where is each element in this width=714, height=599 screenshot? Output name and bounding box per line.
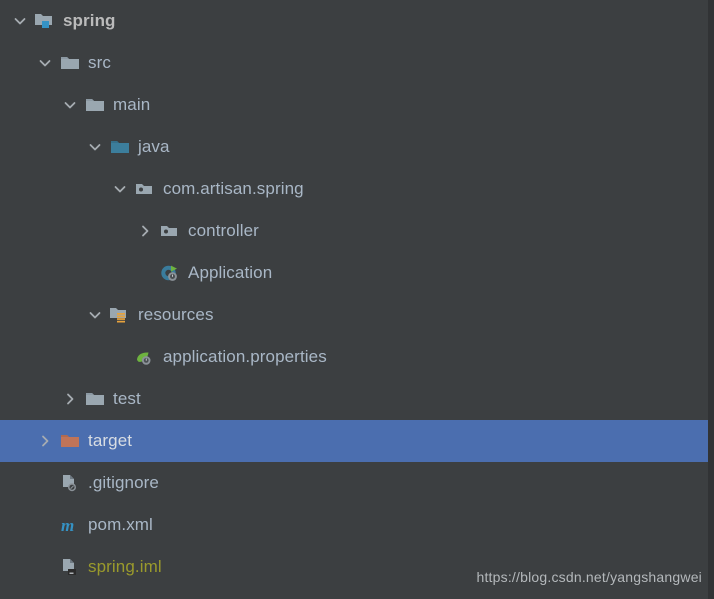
- tree-row-spring[interactable]: spring: [0, 0, 708, 42]
- chevron-down-icon[interactable]: [62, 97, 78, 113]
- chevron-down-icon[interactable]: [112, 181, 128, 197]
- tree-row-pom-xml[interactable]: m pom.xml: [0, 504, 708, 546]
- tree-row-application[interactable]: Application: [0, 252, 708, 294]
- tree-row-label: pom.xml: [88, 515, 153, 535]
- tree-row-label: .gitignore: [88, 473, 159, 493]
- package-icon: [134, 179, 156, 199]
- tree-row-label: src: [88, 53, 111, 73]
- tree-row-com-artisan-spring[interactable]: com.artisan.spring: [0, 168, 708, 210]
- chevron-right-icon[interactable]: [37, 433, 53, 449]
- chevron-down-icon[interactable]: [87, 307, 103, 323]
- chevron-down-icon[interactable]: [87, 139, 103, 155]
- tree-row-label: spring: [63, 11, 116, 31]
- tree-row-label: resources: [138, 305, 214, 325]
- tree-row-label: com.artisan.spring: [163, 179, 304, 199]
- tree-row-src[interactable]: src: [0, 42, 708, 84]
- tree-row-main[interactable]: main: [0, 84, 708, 126]
- folder-icon: [84, 389, 106, 409]
- watermark-text: https://blog.csdn.net/yangshangwei: [476, 569, 702, 585]
- module-folder-icon: [34, 11, 56, 31]
- resources-folder-icon: [109, 305, 131, 325]
- tree-row-label: spring.iml: [88, 557, 162, 577]
- tree-row-target[interactable]: target: [0, 420, 708, 462]
- tree-row-application-properties[interactable]: application.properties: [0, 336, 708, 378]
- ignored-file-icon: [59, 473, 81, 493]
- iml-file-icon: [59, 557, 81, 577]
- tree-row-label: controller: [188, 221, 259, 241]
- tree-row-java[interactable]: java: [0, 126, 708, 168]
- tree-row-resources[interactable]: resources: [0, 294, 708, 336]
- source-root-folder-icon: [109, 137, 131, 157]
- chevron-down-icon[interactable]: [12, 13, 28, 29]
- tree-row-label: main: [113, 95, 150, 115]
- tree-row-label: java: [138, 137, 170, 157]
- folder-icon: [59, 53, 81, 73]
- tree-row-controller[interactable]: controller: [0, 210, 708, 252]
- maven-file-icon: m: [59, 515, 81, 535]
- excluded-folder-icon: [59, 431, 81, 451]
- chevron-right-icon[interactable]: [137, 223, 153, 239]
- chevron-right-icon[interactable]: [62, 391, 78, 407]
- tree-row-test[interactable]: test: [0, 378, 708, 420]
- package-icon: [159, 221, 181, 241]
- tree-scrollbar-gutter[interactable]: [708, 0, 714, 599]
- tree-row-label: target: [88, 431, 132, 451]
- project-tree[interactable]: spring src main java com.artisan.spring …: [0, 0, 708, 599]
- spring-boot-class-icon: [159, 263, 181, 283]
- tree-row-label: application.properties: [163, 347, 327, 367]
- chevron-down-icon[interactable]: [37, 55, 53, 71]
- svg-text:m: m: [61, 516, 74, 535]
- spring-properties-icon: [134, 347, 156, 367]
- tree-row-label: Application: [188, 263, 272, 283]
- folder-icon: [84, 95, 106, 115]
- tree-row--gitignore[interactable]: .gitignore: [0, 462, 708, 504]
- tree-row-label: test: [113, 389, 141, 409]
